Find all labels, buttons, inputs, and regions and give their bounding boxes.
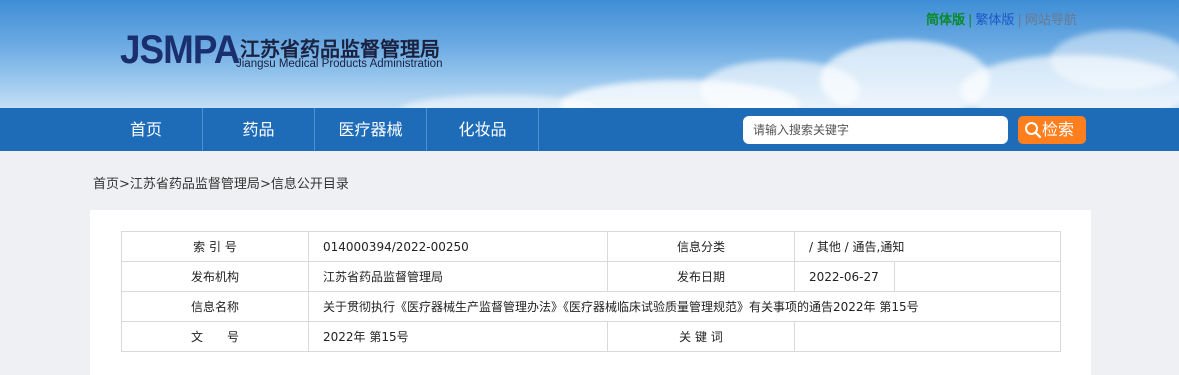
nav-item-cosmetics[interactable]: 化妆品 bbox=[427, 108, 539, 151]
breadcrumb-home[interactable]: 首页 bbox=[93, 177, 119, 192]
keywords-value bbox=[794, 321, 1061, 352]
index-label: 索 引 号 bbox=[121, 231, 309, 262]
index-value: 014000394/2022-00250 bbox=[308, 231, 608, 262]
site-header: JSMPA 江苏省药品监督管理局 Jiangsu Medical Product… bbox=[0, 0, 1179, 108]
name-value: 关于贯彻执行《医疗器械生产监督管理办法》《医疗器械临床试验质量管理规范》有关事项… bbox=[308, 291, 1061, 322]
top-links: 简体版 | 繁体版 | 网站导航 bbox=[926, 9, 1077, 28]
table-row: 发布机构 江苏省药品监督管理局 发布日期 2022-06-27 bbox=[121, 261, 1061, 292]
cloud-decoration bbox=[1050, 30, 1179, 90]
category-label: 信息分类 bbox=[607, 231, 795, 262]
table-row: 信息名称 关于贯彻执行《医疗器械生产监督管理办法》《医疗器械临床试验质量管理规范… bbox=[121, 291, 1061, 322]
publisher-label: 发布机构 bbox=[121, 261, 309, 292]
link-separator: | bbox=[1017, 13, 1022, 28]
date-label: 发布日期 bbox=[607, 261, 795, 292]
logo-mark[interactable]: JSMPA bbox=[120, 30, 240, 70]
breadcrumb: 首页>江苏省药品监督管理局>信息公开目录 bbox=[93, 173, 349, 192]
publisher-value: 江苏省药品监督管理局 bbox=[308, 261, 608, 292]
table-row: 索 引 号 014000394/2022-00250 信息分类 / 其他 / 通… bbox=[121, 231, 1061, 262]
date-value: 2022-06-27 bbox=[794, 261, 895, 292]
info-table: 索 引 号 014000394/2022-00250 信息分类 / 其他 / 通… bbox=[121, 231, 1061, 352]
category-value: / 其他 / 通告,通知 bbox=[794, 231, 1061, 262]
breadcrumb-current[interactable]: 信息公开目录 bbox=[271, 177, 349, 192]
nav-item-home[interactable]: 首页 bbox=[90, 108, 203, 151]
breadcrumb-org[interactable]: 江苏省药品监督管理局 bbox=[130, 177, 260, 192]
table-row: 文 号 2022年 第15号 关 键 词 bbox=[121, 321, 1061, 352]
link-separator: | bbox=[968, 13, 973, 28]
org-name-en: Jiangsu Medical Products Administration bbox=[236, 58, 443, 70]
name-label: 信息名称 bbox=[121, 291, 309, 322]
empty-cell bbox=[894, 261, 1061, 292]
site-nav-link[interactable]: 网站导航 bbox=[1025, 13, 1077, 28]
doc-number-value: 2022年 第15号 bbox=[308, 321, 608, 352]
search-icon bbox=[1025, 122, 1042, 139]
doc-number-label: 文 号 bbox=[121, 321, 309, 352]
traditional-link[interactable]: 繁体版 bbox=[975, 13, 1014, 28]
breadcrumb-separator: > bbox=[119, 177, 130, 192]
nav-item-devices[interactable]: 医疗器械 bbox=[315, 108, 427, 151]
breadcrumb-separator: > bbox=[259, 177, 271, 192]
nav-item-drugs[interactable]: 药品 bbox=[203, 108, 315, 151]
simplified-link[interactable]: 简体版 bbox=[926, 13, 965, 28]
keywords-label: 关 键 词 bbox=[607, 321, 795, 352]
search-button-label: 检索 bbox=[1042, 120, 1075, 139]
search-input[interactable] bbox=[743, 116, 1008, 144]
search-button[interactable]: 检索 bbox=[1018, 116, 1086, 144]
